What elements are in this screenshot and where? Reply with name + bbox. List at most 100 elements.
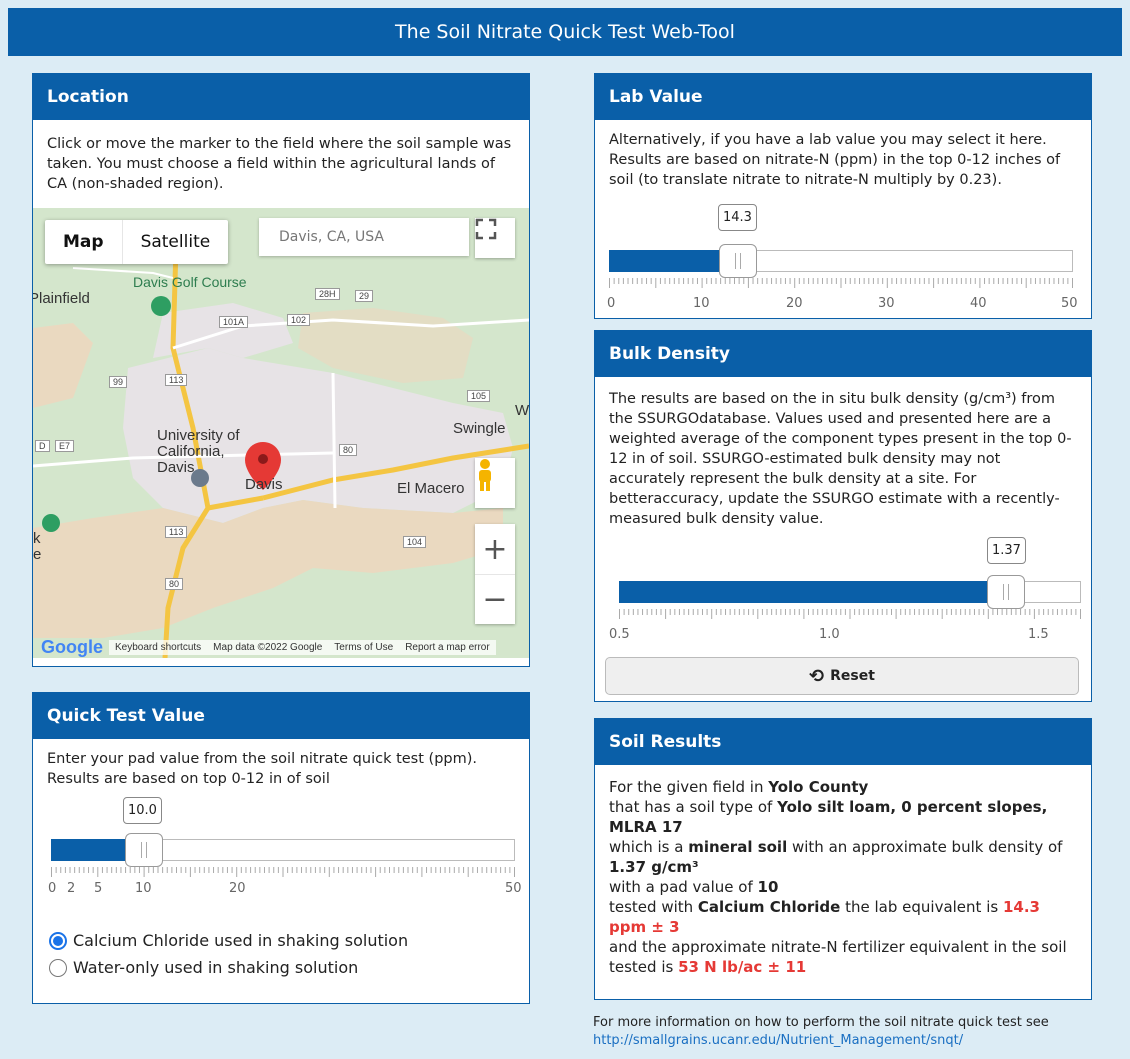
slider-handle[interactable]: [125, 833, 163, 867]
map-shield: 113: [165, 374, 188, 386]
map-type-map-button[interactable]: Map: [45, 220, 123, 264]
location-header: Location: [33, 74, 529, 120]
map-data-text: Map data ©2022 Google: [207, 639, 329, 655]
map[interactable]: Map Satellite Davis, CA, USA Davis Golf …: [33, 208, 529, 658]
slider-ticks: [609, 278, 1073, 288]
location-panel: Location Click or move the marker to the…: [32, 73, 530, 667]
slider-ticks: [619, 609, 1081, 619]
lab-value-slider-value: 14.3: [718, 204, 757, 231]
bulk-density-slider[interactable]: 1.37: [619, 537, 1081, 619]
map-label-e: e: [33, 546, 42, 563]
results-text: the lab equivalent is: [840, 898, 1003, 916]
more-info-text: For more information on how to perform t…: [593, 1015, 1049, 1030]
calcium-chloride-radio[interactable]: Calcium Chloride used in shaking solutio…: [49, 931, 408, 950]
quick-test-slider[interactable]: 10.0: [51, 797, 515, 877]
map-type-satellite-button[interactable]: Satellite: [123, 220, 229, 264]
map-shield: 80: [339, 444, 358, 456]
zoom-control: + −: [475, 524, 515, 624]
more-info: For more information on how to perform t…: [593, 1014, 1123, 1050]
soil-results-panel: Soil Results For the given field in Yolo…: [594, 718, 1092, 1000]
map-shield: E7: [55, 440, 75, 452]
results-text: which is a: [609, 838, 689, 856]
results-bulk-density: 1.37 g/cm³: [609, 858, 699, 876]
radio-checked-icon[interactable]: [49, 931, 67, 950]
map-footer: Google Keyboard shortcuts Map data ©2022…: [33, 636, 529, 658]
more-info-link[interactable]: http://smallgrains.ucanr.edu/Nutrient_Ma…: [593, 1033, 963, 1048]
map-shield: 29: [355, 290, 374, 302]
map-search-input[interactable]: Davis, CA, USA: [259, 218, 469, 256]
map-label-golf: Davis Golf Course: [133, 274, 247, 290]
bulk-density-panel: Bulk Density The results are based on th…: [594, 330, 1092, 702]
soil-results-text: For the given field in Yolo County that …: [595, 765, 1091, 977]
pegman-icon[interactable]: [475, 458, 515, 508]
zoom-in-button[interactable]: +: [475, 524, 515, 574]
lab-value-header: Lab Value: [595, 74, 1091, 120]
quick-test-description: Enter your pad value from the soil nitra…: [47, 751, 477, 787]
tick-label: 0: [607, 296, 616, 311]
reset-button[interactable]: ⟲ Reset: [605, 657, 1079, 695]
radio-label: Calcium Chloride used in shaking solutio…: [73, 931, 409, 950]
results-text: with an approximate bulk density of: [787, 838, 1063, 856]
radio-unchecked-icon[interactable]: [49, 958, 67, 977]
map-shield: D: [35, 440, 50, 452]
results-text: For the given field in: [609, 778, 769, 796]
results-county: Yolo County: [768, 778, 869, 796]
results-text: tested with: [609, 898, 698, 916]
map-shield: 105: [467, 390, 491, 402]
google-logo: Google: [41, 636, 103, 657]
bulk-density-description: The results are based on the in situ bul…: [609, 391, 1072, 527]
reset-icon: ⟲: [809, 665, 825, 687]
tick-label: 10: [135, 881, 152, 896]
tick-label: 0: [48, 881, 57, 896]
keyboard-shortcuts-link[interactable]: Keyboard shortcuts: [109, 639, 208, 655]
tick-label: 10: [693, 296, 710, 311]
map-label-w: W: [515, 402, 529, 419]
tick-label: 30: [878, 296, 895, 311]
slider-handle[interactable]: [987, 575, 1025, 609]
map-shield: 113: [165, 526, 188, 538]
bulk-density-header: Bulk Density: [595, 331, 1091, 377]
tick-label: 5: [94, 881, 103, 896]
tick-label: 50: [505, 881, 522, 896]
slider-handle[interactable]: [719, 244, 757, 278]
location-description: Click or move the marker to the field wh…: [47, 136, 512, 192]
zoom-out-button[interactable]: −: [475, 574, 515, 624]
fullscreen-icon[interactable]: [475, 218, 515, 258]
report-error-link[interactable]: Report a map error: [399, 639, 496, 655]
results-solution: Calcium Chloride: [697, 898, 841, 916]
soil-results-header: Soil Results: [595, 719, 1091, 765]
tick-label: 40: [970, 296, 987, 311]
tick-label: 50: [1061, 296, 1078, 311]
map-shield: 102: [287, 314, 311, 326]
lab-value-slider[interactable]: 14.3: [609, 204, 1073, 288]
tick-label: 20: [786, 296, 803, 311]
results-fertilizer-equivalent: 53 N lb/ac ± 11: [678, 958, 807, 976]
results-text: that has a soil type of: [609, 798, 778, 816]
tick-label: 1.5: [1028, 627, 1049, 642]
page-title: The Soil Nitrate Quick Test Web-Tool: [395, 21, 735, 43]
app-header: The Soil Nitrate Quick Test Web-Tool: [8, 8, 1122, 56]
slider-ticks: [51, 867, 515, 877]
tick-label: 1.0: [819, 627, 840, 642]
map-shield: 28H: [315, 288, 340, 300]
terms-link[interactable]: Terms of Use: [328, 639, 400, 655]
map-label-davis: Davis: [245, 476, 283, 493]
map-shield: 101A: [219, 316, 249, 328]
map-shield: 99: [109, 376, 128, 388]
water-only-radio[interactable]: Water-only used in shaking solution: [49, 958, 408, 977]
slider-fill: [619, 581, 1007, 603]
quick-test-panel: Quick Test Value Enter your pad value fr…: [32, 692, 530, 1004]
slider-fill: [609, 250, 737, 272]
results-pad-value: 10: [757, 878, 779, 896]
radio-label: Water-only used in shaking solution: [73, 958, 359, 977]
shaking-solution-radio-group: Calcium Chloride used in shaking solutio…: [49, 931, 408, 985]
map-type-toggle[interactable]: Map Satellite: [45, 220, 229, 264]
map-label-swingle: Swingle: [453, 420, 506, 437]
quick-test-header: Quick Test Value: [33, 693, 529, 739]
results-text: with a pad value of: [609, 878, 758, 896]
map-label-k: k: [33, 530, 41, 547]
map-shield: 80: [165, 578, 184, 590]
map-label-university: University of California, Davis: [157, 427, 240, 476]
quick-test-slider-value: 10.0: [123, 797, 162, 824]
tick-label: 20: [229, 881, 246, 896]
